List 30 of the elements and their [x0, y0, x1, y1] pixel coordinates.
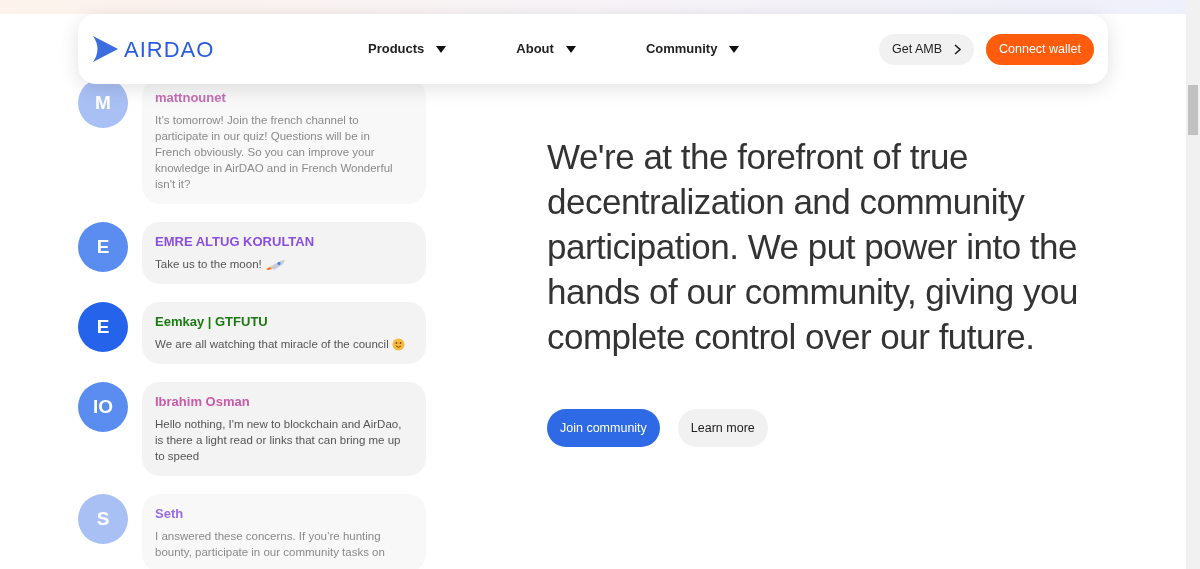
author-name: Eemkay | GTFUTU	[155, 314, 269, 330]
caret-down-icon	[729, 45, 740, 53]
message-text: Take us to the moon!	[155, 256, 408, 272]
author-name: Ibrahim Osman	[155, 394, 251, 410]
logo-text: AIRDAO	[124, 35, 215, 64]
message-text: It’s tomorrow! Join the french channel to participate in our quiz! Questions will be in French obviously. So you can improve your knowledge in AirDAO and in French Wonderful isn't it?	[155, 113, 394, 192]
smiley-icon	[391, 338, 405, 352]
avatar: S	[78, 494, 128, 544]
message-text: We are all watching that miracle of the council	[155, 336, 408, 352]
caret-down-icon	[565, 45, 576, 53]
avatar: E	[78, 302, 128, 352]
author-name: Seth	[155, 506, 185, 522]
chevron-right-icon	[954, 43, 961, 55]
avatar: E	[78, 222, 128, 272]
nav-menu[interactable]: About	[516, 39, 576, 59]
message-text: I answered these concerns. If you’re hunting bounty, participate in our community tasks on	[155, 529, 386, 560]
learn-more-button[interactable]: Learn more	[677, 409, 768, 447]
logo-icon	[92, 36, 118, 62]
nav-menu[interactable]: Products	[368, 39, 447, 59]
get-amb-button[interactable]: Get AMB	[878, 33, 974, 65]
author-name: EMRE ALTUG KORULTAN	[155, 234, 316, 250]
scrollbar[interactable]	[1186, 0, 1200, 569]
message-text: Hello nothing, I'm new to blockchain and AirDao, is there a light read or links that can bring me up to speed	[155, 417, 403, 464]
rocket-icon	[265, 258, 286, 271]
nav-menu[interactable]: Community	[645, 39, 740, 59]
author-name: mattnounet	[155, 90, 227, 106]
caret-down-icon	[436, 45, 447, 53]
hero-text: We're at the forefront of true decentralization and community participation. We put power into the hands of our community, giving you complete control over our future.	[547, 136, 1079, 358]
join-community-button[interactable]: Join community	[547, 409, 660, 447]
avatar: IO	[78, 382, 128, 432]
